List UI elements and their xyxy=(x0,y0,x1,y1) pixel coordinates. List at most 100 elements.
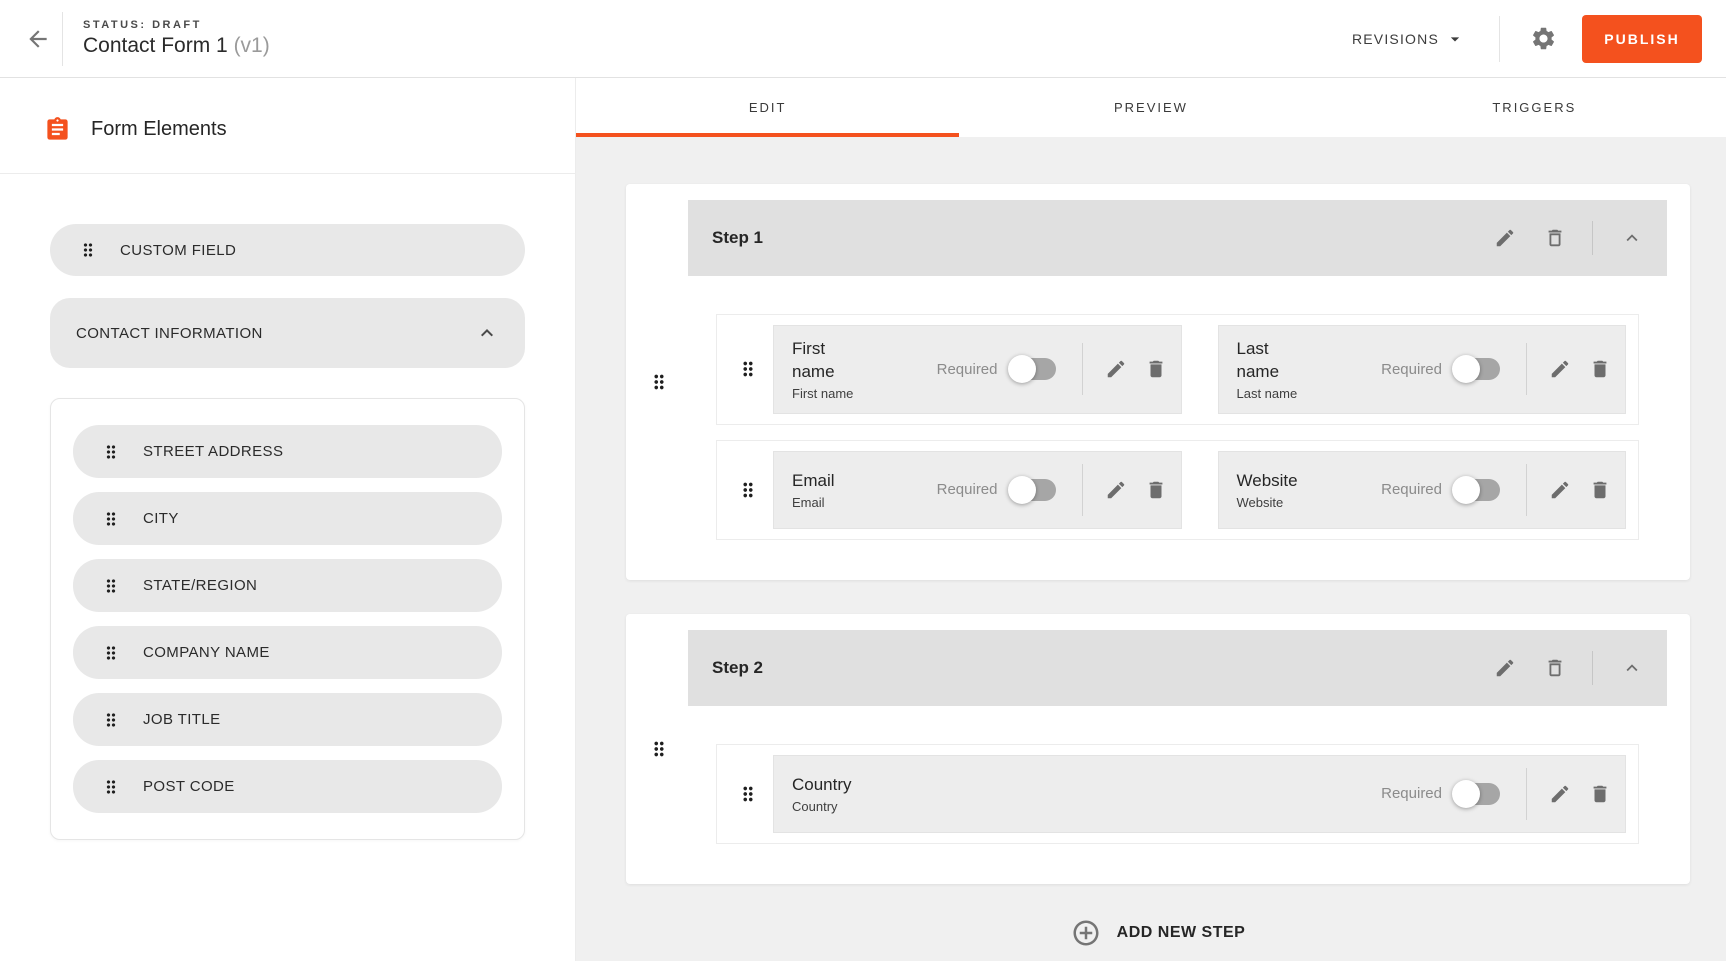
delete-field-button[interactable] xyxy=(1145,358,1167,380)
back-button[interactable] xyxy=(18,11,58,67)
editor-main: EDIT PREVIEW TRIGGERS Step 1 xyxy=(576,78,1726,961)
sidebar-item-job-title[interactable]: JOB TITLE xyxy=(73,693,502,746)
sidebar-item-city[interactable]: CITY xyxy=(73,492,502,545)
status-badge: STATUS: DRAFT xyxy=(83,19,270,31)
item-label: STREET ADDRESS xyxy=(143,443,283,460)
trash-icon xyxy=(1589,479,1611,501)
caret-down-icon xyxy=(1445,29,1465,49)
toggle-knob xyxy=(1008,355,1036,383)
drag-handle-icon[interactable] xyxy=(648,738,670,760)
add-new-step-button[interactable]: ADD NEW STEP xyxy=(1071,918,1246,948)
drag-handle-icon[interactable] xyxy=(101,777,121,797)
custom-field-item[interactable]: CUSTOM FIELD xyxy=(50,224,525,276)
trash-icon xyxy=(1589,358,1611,380)
revisions-dropdown[interactable]: REVISIONS xyxy=(1346,19,1471,59)
field-title: Country xyxy=(792,774,852,797)
field-card-last-name: Last name Last name Required xyxy=(1218,325,1627,414)
field-card-website: Website Website Required xyxy=(1218,451,1627,529)
sidebar-item-company-name[interactable]: COMPANY NAME xyxy=(73,626,502,679)
required-toggle[interactable] xyxy=(1012,358,1056,380)
toggle-knob xyxy=(1452,355,1480,383)
publish-button[interactable]: PUBLISH xyxy=(1582,15,1702,63)
field-card-email: Email Email Required xyxy=(773,451,1182,529)
sidebar-item-street-address[interactable]: STREET ADDRESS xyxy=(73,425,502,478)
field-subtitle: Last name xyxy=(1237,386,1305,401)
drag-handle-icon[interactable] xyxy=(101,442,121,462)
step-header: Step 2 xyxy=(688,630,1667,706)
drag-handle-icon[interactable] xyxy=(101,576,121,596)
field-row: First name First name Required xyxy=(716,314,1639,425)
controls-divider xyxy=(1526,464,1527,516)
chevron-up-icon[interactable] xyxy=(475,321,499,345)
item-label: JOB TITLE xyxy=(143,711,221,728)
drag-handle-icon[interactable] xyxy=(101,643,121,663)
edit-step-button[interactable] xyxy=(1494,657,1516,679)
header-divider xyxy=(62,12,63,66)
trash-icon xyxy=(1589,783,1611,805)
required-toggle[interactable] xyxy=(1456,358,1500,380)
sidebar-header: Form Elements xyxy=(0,78,575,174)
back-arrow-icon xyxy=(25,26,51,52)
chevron-up-icon xyxy=(1621,227,1643,249)
settings-button[interactable] xyxy=(1526,22,1560,56)
contact-information-panel: STREET ADDRESS CITY STATE/REGION COMPANY… xyxy=(50,398,525,840)
field-subtitle: Email xyxy=(792,495,835,510)
step-title: Step 1 xyxy=(712,228,763,248)
pencil-icon xyxy=(1549,358,1571,380)
trash-icon xyxy=(1544,227,1566,249)
drag-handle-icon[interactable] xyxy=(101,710,121,730)
field-card-first-name: First name First name Required xyxy=(773,325,1182,414)
drag-handle-icon[interactable] xyxy=(101,509,121,529)
tab-preview[interactable]: PREVIEW xyxy=(959,78,1342,137)
delete-field-button[interactable] xyxy=(1589,783,1611,805)
step-header: Step 1 xyxy=(688,200,1667,276)
delete-field-button[interactable] xyxy=(1145,479,1167,501)
required-toggle[interactable] xyxy=(1456,479,1500,501)
step-title: Step 2 xyxy=(712,658,763,678)
drag-handle-icon[interactable] xyxy=(737,479,759,501)
edit-field-button[interactable] xyxy=(1549,358,1571,380)
edit-field-button[interactable] xyxy=(1105,479,1127,501)
required-toggle[interactable] xyxy=(1456,783,1500,805)
field-row: Email Email Required xyxy=(716,440,1639,540)
tab-triggers[interactable]: TRIGGERS xyxy=(1343,78,1726,137)
trash-icon xyxy=(1544,657,1566,679)
controls-divider xyxy=(1082,343,1083,395)
contact-information-group[interactable]: CONTACT INFORMATION xyxy=(50,298,525,368)
page-title: Contact Form 1 (v1) xyxy=(83,34,270,58)
collapse-step-button[interactable] xyxy=(1621,657,1643,679)
tab-edit[interactable]: EDIT xyxy=(576,78,959,137)
field-title: Email xyxy=(792,470,835,493)
drag-handle-icon[interactable] xyxy=(737,783,759,805)
field-subtitle: First name xyxy=(792,386,860,401)
sidebar-item-state-region[interactable]: STATE/REGION xyxy=(73,559,502,612)
required-label: Required xyxy=(1381,361,1442,378)
controls-divider xyxy=(1082,464,1083,516)
drag-handle-icon[interactable] xyxy=(737,358,759,380)
delete-field-button[interactable] xyxy=(1589,479,1611,501)
edit-field-button[interactable] xyxy=(1105,358,1127,380)
actions-divider xyxy=(1592,651,1593,685)
delete-step-button[interactable] xyxy=(1544,227,1566,249)
edit-step-button[interactable] xyxy=(1494,227,1516,249)
pencil-icon xyxy=(1549,783,1571,805)
delete-step-button[interactable] xyxy=(1544,657,1566,679)
item-label: CITY xyxy=(143,510,179,527)
pencil-icon xyxy=(1549,479,1571,501)
add-new-step-label: ADD NEW STEP xyxy=(1117,924,1246,942)
collapse-step-button[interactable] xyxy=(1621,227,1643,249)
drag-handle-icon[interactable] xyxy=(648,371,670,393)
controls-divider xyxy=(1526,343,1527,395)
pencil-icon xyxy=(1105,358,1127,380)
edit-field-button[interactable] xyxy=(1549,479,1571,501)
item-label: POST CODE xyxy=(143,778,235,795)
pencil-icon xyxy=(1494,227,1516,249)
steps-canvas: Step 1 xyxy=(576,137,1726,961)
edit-field-button[interactable] xyxy=(1549,783,1571,805)
gear-icon xyxy=(1530,25,1557,52)
delete-field-button[interactable] xyxy=(1589,358,1611,380)
form-version: (v1) xyxy=(234,34,270,57)
drag-handle-icon[interactable] xyxy=(78,240,98,260)
sidebar-item-post-code[interactable]: POST CODE xyxy=(73,760,502,813)
required-toggle[interactable] xyxy=(1012,479,1056,501)
